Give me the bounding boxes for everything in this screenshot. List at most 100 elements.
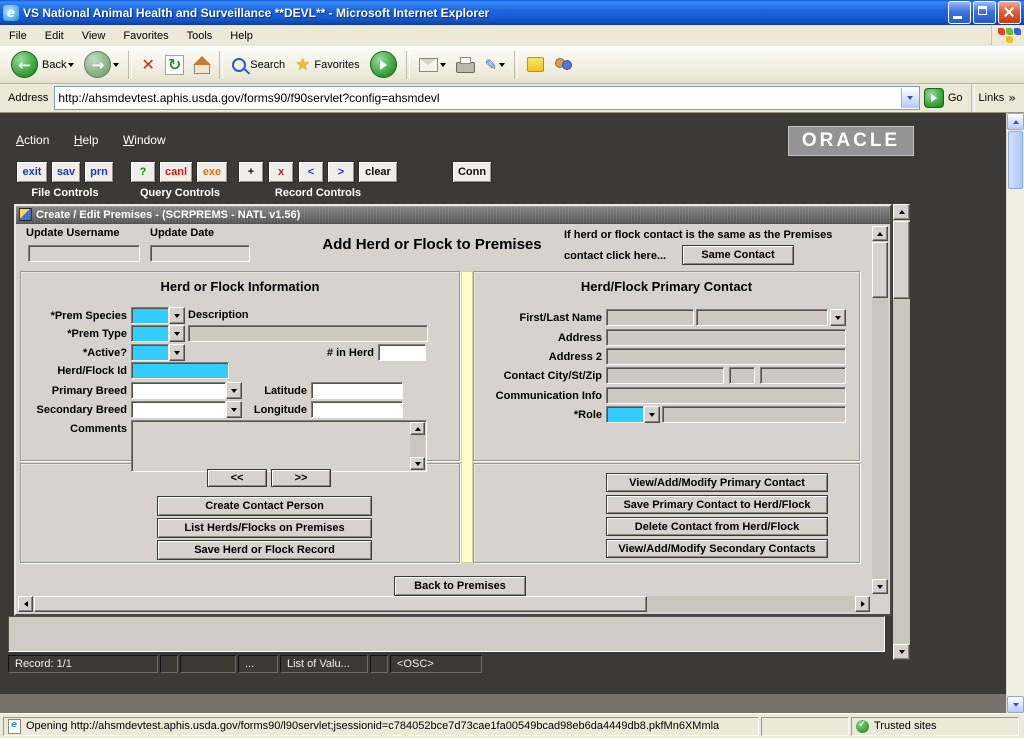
browser-scroll-down[interactable] <box>1007 696 1024 713</box>
print-button[interactable] <box>453 48 478 82</box>
menu-edit[interactable]: Edit <box>36 27 73 45</box>
applet-vscroll-thumb[interactable] <box>893 221 910 299</box>
back-button[interactable]: ← Back <box>8 48 77 82</box>
update-username-field[interactable] <box>28 245 140 262</box>
communication-info-field[interactable] <box>606 387 846 404</box>
prem-type-field[interactable] <box>131 325 169 342</box>
maximize-button[interactable] <box>973 1 996 24</box>
contact-address2-field[interactable] <box>606 348 846 365</box>
longitude-field[interactable] <box>311 401 403 418</box>
address-dropdown[interactable] <box>901 88 919 108</box>
stop-button[interactable]: ✕ <box>138 48 157 82</box>
contact-address-field[interactable] <box>606 329 846 346</box>
contact-zip-field[interactable] <box>760 367 846 384</box>
secondary-breed-dropdown[interactable] <box>226 401 242 418</box>
save-primary-contact-button[interactable]: Save Primary Contact to Herd/Flock <box>606 495 828 514</box>
list-herds-flocks-button[interactable]: List Herds/Flocks on Premises <box>157 518 372 538</box>
in-herd-field[interactable] <box>378 344 426 361</box>
favorites-button[interactable]: ★ Favorites <box>292 48 363 82</box>
active-field[interactable] <box>131 344 169 361</box>
mail-button[interactable] <box>416 48 449 82</box>
discuss-button[interactable] <box>551 48 575 82</box>
form-vertical-scrollbar[interactable] <box>872 226 888 594</box>
applet-scroll-up[interactable] <box>893 204 910 220</box>
next-herd-button[interactable]: >> <box>271 469 331 487</box>
view-add-modify-secondary-contacts-button[interactable]: View/Add/Modify Secondary Contacts <box>606 539 828 558</box>
form-hscroll-thumb[interactable] <box>34 596 647 612</box>
conn-button[interactable]: Conn <box>452 161 492 183</box>
close-button[interactable] <box>998 1 1021 24</box>
contact-city-field[interactable] <box>606 367 724 384</box>
browser-vertical-scrollbar[interactable] <box>1006 113 1024 713</box>
form-vscroll-thumb[interactable] <box>872 242 888 298</box>
role-description-field[interactable] <box>662 406 846 423</box>
same-contact-button[interactable]: Same Contact <box>682 245 794 265</box>
next-record-button[interactable]: > <box>327 161 355 183</box>
menu-help[interactable]: Help <box>221 27 262 45</box>
browser-vscroll-thumb[interactable] <box>1008 131 1023 189</box>
print-record-button[interactable]: prn <box>84 161 114 183</box>
comments-scroll-up[interactable] <box>410 422 425 435</box>
role-dropdown[interactable] <box>644 406 660 423</box>
go-button[interactable]: Go <box>924 88 963 108</box>
prem-species-field[interactable] <box>131 307 169 324</box>
primary-breed-dropdown[interactable] <box>226 382 242 399</box>
herd-flock-id-field[interactable] <box>131 362 229 379</box>
links-chevron-icon[interactable]: » <box>1008 91 1016 105</box>
form-scroll-right[interactable] <box>855 596 870 612</box>
form-scroll-left[interactable] <box>18 596 33 612</box>
description-field[interactable] <box>188 325 428 342</box>
home-button[interactable] <box>191 48 213 82</box>
cancel-query-button[interactable]: canl <box>159 161 193 183</box>
messenger-button[interactable] <box>524 48 547 82</box>
contact-state-field[interactable] <box>729 367 755 384</box>
exit-button[interactable]: exit <box>16 161 48 183</box>
primary-breed-field[interactable] <box>131 382 226 399</box>
clear-button[interactable]: clear <box>358 161 398 183</box>
form-horizontal-scrollbar[interactable] <box>18 596 870 612</box>
edit-button[interactable]: ✎ <box>482 48 509 82</box>
mail-dropdown-icon[interactable] <box>440 63 446 67</box>
back-to-premises-button[interactable]: Back to Premises <box>394 576 526 596</box>
first-name-field[interactable] <box>606 309 694 326</box>
applet-vertical-scrollbar[interactable] <box>893 204 910 660</box>
role-field[interactable] <box>606 406 644 423</box>
form-window-titlebar[interactable]: Create / Edit Premises - (SCRPREMS - NAT… <box>16 206 890 223</box>
last-name-field[interactable] <box>696 309 828 326</box>
form-scroll-down[interactable] <box>872 579 888 594</box>
back-dropdown-icon[interactable] <box>68 63 74 67</box>
refresh-button[interactable]: ↻ <box>162 48 187 82</box>
menu-file[interactable]: File <box>0 27 36 45</box>
applet-menu-help[interactable]: Help <box>74 133 99 147</box>
prem-type-dropdown[interactable] <box>169 325 185 342</box>
save-button[interactable]: sav <box>51 161 81 183</box>
forward-button[interactable]: → <box>81 48 122 82</box>
comments-scroll-down[interactable] <box>410 457 425 470</box>
delete-record-button[interactable]: x <box>268 161 294 183</box>
comments-scrollbar[interactable] <box>410 422 425 470</box>
minimize-button[interactable] <box>948 1 971 24</box>
previous-record-button[interactable]: < <box>298 161 324 183</box>
create-contact-person-button[interactable]: Create Contact Person <box>157 496 372 516</box>
latitude-field[interactable] <box>311 382 403 399</box>
previous-herd-button[interactable]: << <box>207 469 267 487</box>
update-date-field[interactable] <box>150 245 250 262</box>
menu-favorites[interactable]: Favorites <box>114 27 177 45</box>
delete-contact-button[interactable]: Delete Contact from Herd/Flock <box>606 517 828 536</box>
search-button[interactable]: Search <box>229 48 288 82</box>
applet-scroll-down[interactable] <box>893 644 910 660</box>
menu-view[interactable]: View <box>73 27 115 45</box>
query-button[interactable]: ? <box>130 161 156 183</box>
applet-menu-window[interactable]: Window <box>123 133 166 147</box>
comments-field[interactable] <box>131 420 427 472</box>
form-scroll-up[interactable] <box>872 226 888 241</box>
view-add-modify-primary-contact-button[interactable]: View/Add/Modify Primary Contact <box>606 473 828 492</box>
links-label[interactable]: Links <box>979 92 1005 104</box>
browser-scroll-up[interactable] <box>1007 113 1024 130</box>
prem-species-dropdown[interactable] <box>169 307 185 324</box>
insert-record-button[interactable]: + <box>238 161 264 183</box>
secondary-breed-field[interactable] <box>131 401 226 418</box>
execute-query-button[interactable]: exe <box>196 161 228 183</box>
address-input[interactable] <box>55 89 901 107</box>
edit-dropdown-icon[interactable] <box>499 63 505 67</box>
